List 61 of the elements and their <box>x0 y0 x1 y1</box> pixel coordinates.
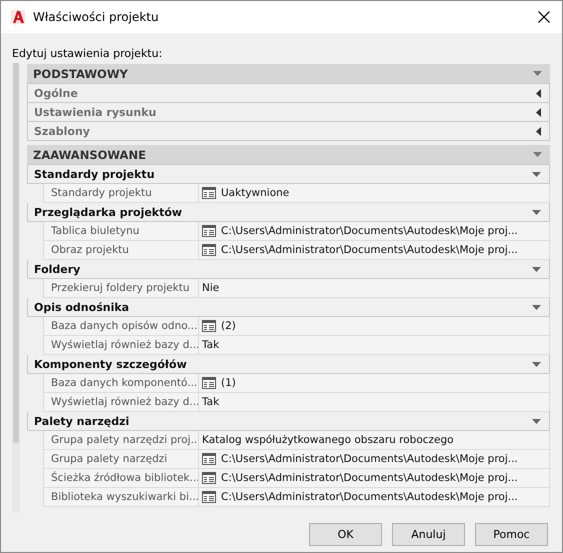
property-name: Grupa palety narzędzi <box>44 450 199 468</box>
property-name: Standardy projektu <box>44 184 199 202</box>
collapse-arrow-icon <box>532 266 541 272</box>
group-header[interactable]: Ustawienia rysunku <box>27 103 550 122</box>
property-value[interactable]: C:\Users\Administrator\Documents\Autodesk\Moje proj... <box>221 225 518 237</box>
property-name: Grupa palety narzędzi proj... <box>44 431 199 449</box>
property-value[interactable]: C:\Users\Administrator\Documents\Autodesk\Moje proj... <box>221 244 518 256</box>
scrollbar[interactable] <box>12 63 20 513</box>
window-title: Właściwości projektu <box>33 10 160 24</box>
collapse-arrow-icon <box>532 304 541 310</box>
property-value[interactable]: Katalog współużytkowanego obszaru roboczego <box>202 434 454 446</box>
property-name: Baza danych komponentó... <box>44 374 199 392</box>
category-header[interactable]: ZAAWANSOWANE <box>27 145 550 164</box>
collapse-arrow-icon <box>532 418 541 424</box>
expand-arrow-icon <box>536 108 541 116</box>
app-logo-icon <box>11 10 25 24</box>
group-header[interactable]: Opis odnośnika <box>27 298 550 317</box>
table-icon[interactable] <box>202 472 216 484</box>
collapse-arrow-icon <box>533 152 542 157</box>
dialog-button[interactable]: Pomoc <box>475 523 548 546</box>
property-name: Wyświetlaj również bazy d... <box>44 393 199 411</box>
table-icon[interactable] <box>202 453 216 465</box>
property-value[interactable]: (1) <box>221 377 236 389</box>
property-name: Obraz projektu <box>44 241 199 259</box>
close-icon[interactable] <box>538 11 550 23</box>
property-value[interactable]: C:\Users\Administrator\Documents\Autodesk\Moje proj... <box>221 491 518 503</box>
collapse-arrow-icon <box>532 172 541 176</box>
property-value[interactable]: C:\Users\Administrator\Documents\Autodesk\Moje proj... <box>221 472 518 484</box>
property-value[interactable]: Uaktywnione <box>221 187 290 199</box>
property-value[interactable]: Tak <box>202 339 220 351</box>
group-header[interactable]: Komponenty szczegółów <box>27 355 550 374</box>
property-value[interactable]: C:\Users\Administrator\Documents\Autodesk\Moje proj... <box>221 453 518 465</box>
group-header[interactable]: Przeglądarka projektów <box>27 203 550 222</box>
dialog-button[interactable]: OK <box>309 523 382 546</box>
group-header[interactable]: Szablony <box>27 122 550 141</box>
property-value[interactable]: (2) <box>221 320 236 332</box>
property-value[interactable]: Tak <box>202 396 220 408</box>
property-name: Przekieruj foldery projektu <box>44 279 199 297</box>
collapse-arrow-icon <box>532 210 541 214</box>
collapse-arrow-icon <box>532 362 541 366</box>
table-icon[interactable] <box>202 320 216 332</box>
group-header[interactable]: Palety narzędzi <box>27 412 550 431</box>
prompt-label: Edytuj ustawienia projektu: <box>12 47 164 60</box>
expand-arrow-icon <box>536 88 541 98</box>
table-icon[interactable] <box>202 187 216 199</box>
dialog-button[interactable]: Anuluj <box>392 523 465 546</box>
group-header[interactable]: Foldery <box>27 260 550 279</box>
group-header[interactable]: Standardy projektu <box>27 164 550 184</box>
collapse-arrow-icon <box>533 71 542 76</box>
table-icon[interactable] <box>202 225 216 237</box>
table-icon[interactable] <box>202 491 216 503</box>
property-name: Baza danych opisów odno... <box>44 317 199 335</box>
group-header[interactable]: Ogólne <box>27 83 550 103</box>
property-name: Wyświetlaj również bazy d... <box>44 336 199 354</box>
category-header[interactable]: PODSTAWOWY <box>27 64 550 83</box>
table-icon[interactable] <box>202 244 216 256</box>
table-icon[interactable] <box>202 377 216 389</box>
expand-arrow-icon <box>536 126 541 136</box>
property-name: Tablica biuletynu <box>44 222 199 240</box>
property-value[interactable]: Nie <box>202 282 220 294</box>
property-name: Biblioteka wyszukiwarki bi... <box>44 488 199 506</box>
